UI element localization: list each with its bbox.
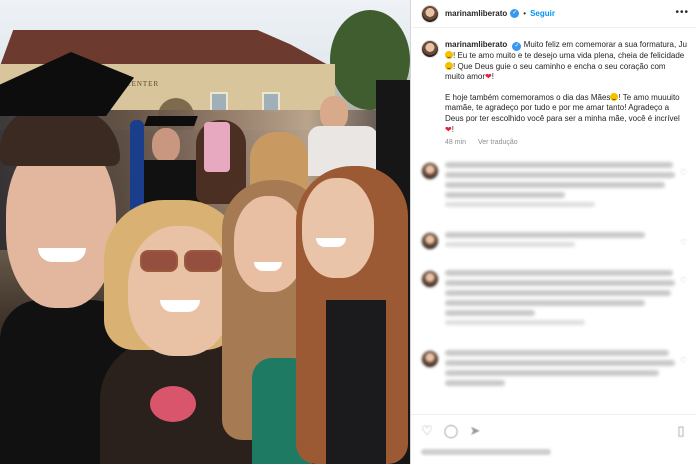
heart-emoji-icon: ❤ bbox=[485, 72, 492, 82]
likes-summary bbox=[421, 449, 551, 455]
caption-text: ! bbox=[451, 124, 454, 134]
building-window bbox=[262, 92, 280, 112]
comment-item[interactable]: ♡ bbox=[421, 232, 687, 251]
heart-emoji-icon: ❤ bbox=[445, 124, 452, 134]
sunglasses bbox=[140, 250, 226, 274]
post-header: marinamliberato ✓ • Seguir ••• bbox=[411, 0, 696, 28]
see-translation-link[interactable]: Ver tradução bbox=[478, 139, 518, 146]
caption-text: ! bbox=[491, 72, 494, 82]
post-username[interactable]: marinamliberato bbox=[445, 9, 507, 18]
smile-emoji-icon bbox=[445, 61, 453, 70]
comment-avatar[interactable] bbox=[421, 270, 439, 288]
heart-icon[interactable]: ♡ bbox=[419, 423, 435, 439]
more-horizontal-icon[interactable]: ••• bbox=[675, 7, 689, 18]
comment-avatar[interactable] bbox=[421, 162, 439, 180]
caption-username[interactable]: marinamliberato bbox=[445, 40, 507, 49]
instagram-post-panel: marinamliberato ✓ • Seguir ••• marinamli… bbox=[410, 0, 696, 464]
caption-paragraph-1: marinamliberato ✓ Muito feliz em comemor… bbox=[445, 40, 687, 83]
comment-like-icon[interactable]: ♡ bbox=[680, 356, 687, 365]
pink-bow bbox=[204, 122, 230, 172]
verified-badge-icon: ✓ bbox=[510, 9, 520, 18]
caption-avatar[interactable] bbox=[421, 40, 439, 58]
comment-item[interactable]: ♡ bbox=[421, 350, 687, 390]
post-age: 48 min bbox=[445, 139, 467, 147]
bookmark-icon[interactable]: ▯ bbox=[673, 423, 689, 439]
post-caption: marinamliberato ✓ Muito feliz em comemor… bbox=[421, 40, 687, 146]
share-icon[interactable]: ➤ bbox=[467, 423, 483, 439]
comment-like-icon[interactable]: ♡ bbox=[680, 238, 687, 247]
comment-like-icon[interactable]: ♡ bbox=[680, 168, 687, 177]
comment-item[interactable]: ♡ bbox=[421, 162, 687, 211]
caption-text: ! Eu te amo muito e te desejo uma vida p… bbox=[453, 51, 685, 60]
verified-badge-icon: ✓ bbox=[512, 42, 522, 51]
post-actions: ♡ ◯ ➤ ▯ bbox=[411, 414, 696, 464]
comment-item[interactable]: ♡ bbox=[421, 270, 687, 329]
comment-avatar[interactable] bbox=[421, 232, 439, 250]
avatar[interactable] bbox=[421, 4, 439, 23]
caption-text: Muito feliz em comemorar a sua formatura… bbox=[523, 40, 687, 49]
comment-icon[interactable]: ◯ bbox=[443, 423, 459, 439]
post-photo[interactable]: 'S CENTER bbox=[0, 0, 410, 464]
caption-paragraph-2: E hoje também comemoramos o dia das Mães… bbox=[445, 92, 687, 135]
caption-text: ! Que Deus guie o seu caminho e encha o … bbox=[445, 61, 666, 82]
comment-avatar[interactable] bbox=[421, 350, 439, 368]
building-window bbox=[210, 92, 228, 112]
rose-print bbox=[150, 386, 196, 422]
caption-text: E hoje também comemoramos o dia das Mães bbox=[445, 92, 611, 102]
follow-button[interactable]: Seguir bbox=[530, 9, 555, 18]
comment-like-icon[interactable]: ♡ bbox=[680, 276, 687, 285]
separator: • bbox=[523, 9, 527, 18]
smile-emoji-icon bbox=[445, 51, 453, 59]
caption-meta: 48 min Ver tradução bbox=[445, 139, 687, 146]
